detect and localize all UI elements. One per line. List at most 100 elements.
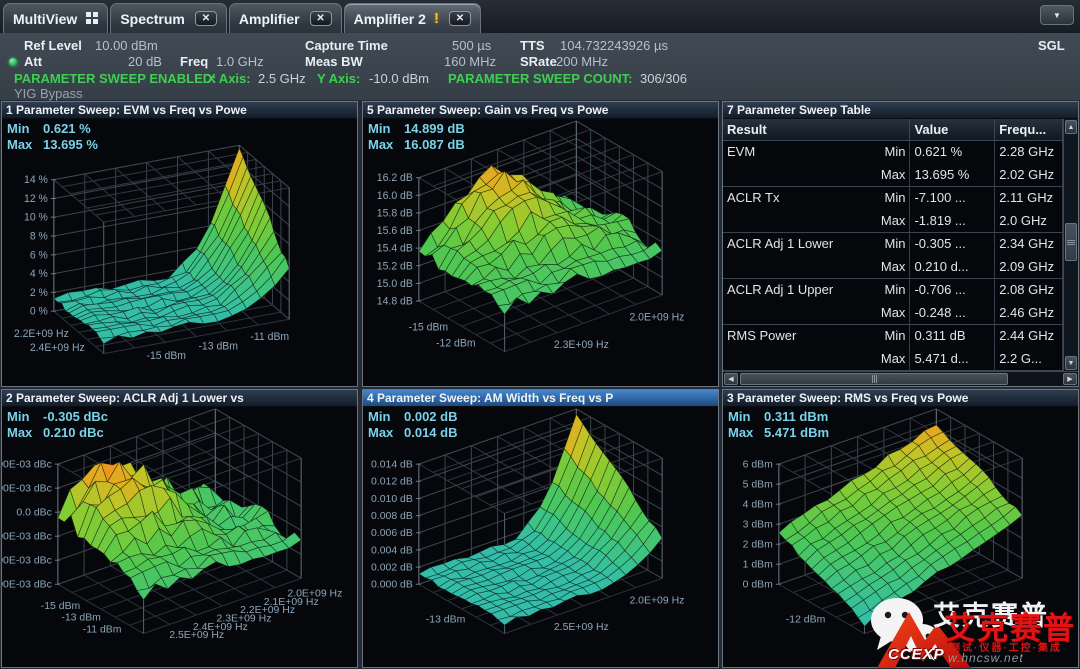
plot-area[interactable]: Min0.002 dBMax0.014 dB0.014 dB0.012 dB0.…	[363, 407, 718, 667]
panel-aclr[interactable]: 2 Parameter Sweep: ACLR Adj 1 Lower vsMi…	[1, 389, 358, 668]
scroll-right-button[interactable]: ▶	[1063, 373, 1077, 385]
result-cell: Max	[723, 256, 910, 278]
z-tick-label: 15.8 dB	[377, 207, 413, 219]
z-tick-label: 15.6 dB	[377, 225, 413, 237]
max-readout: Max13.695 %	[7, 137, 98, 153]
table-row[interactable]: Max0.210 d...2.09 GHz	[723, 256, 1063, 279]
z-tick-label: 14 %	[24, 174, 48, 186]
header-field-label: Att	[24, 54, 42, 69]
vertical-scrollbar[interactable]: ▲▼	[1063, 119, 1078, 371]
min-value: 0.311 dBm	[764, 409, 828, 424]
header-field-label: Freq	[180, 54, 208, 69]
panel-title-bar[interactable]: 4 Parameter Sweep: AM Width vs Freq vs P	[363, 390, 718, 407]
z-tick-label: 0 dBm	[743, 580, 773, 591]
z-tick-label: 0.014 dB	[371, 460, 413, 471]
z-tick-label: 3 dBm	[743, 520, 773, 531]
plot-area[interactable]: Min-0.305 dBcMax0.210 dBc200E-03 dBc100E…	[2, 407, 357, 667]
tab-overflow-button[interactable]: ▼	[1040, 5, 1074, 25]
tab-spectrum[interactable]: Spectrum ✕	[110, 3, 227, 33]
table-row[interactable]: Max13.695 %2.02 GHz	[723, 164, 1063, 187]
panel-title-bar[interactable]: 7 Parameter Sweep Table	[723, 102, 1078, 119]
min-readout: Min14.899 dB	[368, 121, 465, 137]
sweep-y-axis-value: -10.0 dBm	[369, 71, 429, 86]
minmax-cell: Min	[884, 282, 905, 299]
sweep-table-main: ResultValueFrequ...EVMMin0.621 %2.28 GHz…	[723, 119, 1078, 371]
max-value: 13.695 %	[43, 137, 98, 152]
header-field-value: 104.732243926 µs	[560, 38, 668, 53]
tab-amplifier-2[interactable]: Amplifier 2!✕	[344, 3, 481, 33]
min-value: -0.305 dBc	[43, 409, 108, 424]
table-row[interactable]: ACLR TxMin-7.100 ...2.11 GHz	[723, 187, 1063, 210]
value-cell: 5.471 d...	[910, 348, 995, 370]
close-icon[interactable]: ✕	[449, 11, 471, 26]
table-row[interactable]: Max5.471 d...2.2 G...	[723, 348, 1063, 371]
tab-label: Amplifier	[239, 11, 300, 27]
minmax-cell: Max	[881, 351, 906, 367]
horizontal-scrollbar[interactable]: ◀▶	[723, 371, 1078, 386]
scroll-up-button[interactable]: ▲	[1065, 120, 1077, 134]
horizontal-scroll-thumb[interactable]	[740, 373, 1008, 385]
minmax-readout: Min-0.305 dBcMax0.210 dBc	[7, 409, 108, 441]
thumb-grip-line	[872, 375, 873, 383]
right-axis-tick-label: 2.3E+09 Hz	[554, 339, 609, 351]
z-tick-label: 2 %	[30, 287, 48, 299]
table-row[interactable]: EVMMin0.621 %2.28 GHz	[723, 141, 1063, 164]
panel-title-bar[interactable]: 2 Parameter Sweep: ACLR Adj 1 Lower vs	[2, 390, 357, 407]
max-value: 16.087 dB	[404, 137, 465, 152]
minmax-cell: Max	[881, 167, 906, 183]
table-row[interactable]: Max-1.819 ...2.0 GHz	[723, 210, 1063, 233]
max-value: 0.014 dB	[404, 425, 457, 440]
thumb-grip-line	[874, 375, 875, 383]
table-row[interactable]: ACLR Adj 1 LowerMin-0.305 ...2.34 GHz	[723, 233, 1063, 256]
z-tick-label: 6 %	[30, 249, 48, 261]
header-field-value: 20 dB	[128, 54, 162, 69]
scroll-down-button[interactable]: ▼	[1065, 356, 1077, 370]
table-row[interactable]: ACLR Adj 1 UpperMin-0.706 ...2.08 GHz	[723, 279, 1063, 302]
minmax-cell: Min	[884, 236, 905, 253]
table-row[interactable]: Max-0.248 ...2.46 GHz	[723, 302, 1063, 325]
multiview-grid-icon	[86, 11, 98, 27]
tab-label: Amplifier 2	[354, 11, 426, 27]
tab-multiview[interactable]: MultiView	[3, 3, 108, 33]
minmax-cell: Min	[884, 190, 905, 207]
minmax-readout: Min0.002 dBMax0.014 dB	[368, 409, 457, 441]
max-readout: Max5.471 dBm	[728, 425, 829, 441]
z-tick-label: 0.002 dB	[371, 563, 413, 574]
value-cell: -7.100 ...	[910, 187, 995, 210]
z-tick-label: 5 dBm	[743, 480, 773, 491]
min-readout: Min0.002 dB	[368, 409, 457, 425]
scroll-left-button[interactable]: ◀	[724, 373, 738, 385]
tab-label: Spectrum	[120, 11, 185, 27]
panel-rms[interactable]: 3 Parameter Sweep: RMS vs Freq vs PoweMi…	[722, 389, 1079, 668]
minmax-cell: Max	[881, 259, 906, 275]
z-tick-label: 0.012 dB	[371, 477, 413, 488]
close-icon[interactable]: ✕	[310, 11, 332, 26]
panel-title-bar[interactable]: 5 Parameter Sweep: Gain vs Freq vs Powe	[363, 102, 718, 119]
panel-amwidth[interactable]: 4 Parameter Sweep: AM Width vs Freq vs P…	[362, 389, 719, 668]
z-tick-label: -100E-03 dBc	[2, 532, 52, 543]
plot-area[interactable]: Min0.621 %Max13.695 %14 %12 %10 %8 %6 %4…	[2, 119, 357, 386]
panel-evm[interactable]: 1 Parameter Sweep: EVM vs Freq vs PoweMi…	[1, 101, 358, 387]
tab-label: MultiView	[13, 11, 77, 27]
z-tick-label: -200E-03 dBc	[2, 556, 52, 567]
table-row[interactable]: RMS PowerMin0.311 dB2.44 GHz	[723, 325, 1063, 348]
z-tick-label: 12 %	[24, 193, 48, 205]
tab-amplifier[interactable]: Amplifier ✕	[229, 3, 342, 33]
plot-area[interactable]: Min14.899 dBMax16.087 dB16.2 dB16.0 dB15…	[363, 119, 718, 386]
frequency-cell: 2.28 GHz	[995, 141, 1063, 164]
plot-area[interactable]: Min0.311 dBmMax5.471 dBm6 dBm5 dBm4 dBm3…	[723, 407, 1078, 667]
analyzer-screen: MultiViewSpectrum✕Amplifier✕Amplifier 2!…	[0, 0, 1080, 669]
z-tick-label: 14.8 dB	[377, 296, 413, 308]
result-name: ACLR Tx	[727, 190, 780, 207]
panel-sweep-table[interactable]: 7 Parameter Sweep TableResultValueFrequ.…	[722, 101, 1079, 387]
close-icon[interactable]: ✕	[195, 11, 217, 26]
header-field-value: 160 MHz	[444, 54, 496, 69]
panel-title-bar[interactable]: 3 Parameter Sweep: RMS vs Freq vs Powe	[723, 390, 1078, 407]
max-label: Max	[7, 425, 43, 441]
z-tick-label: 6 dBm	[743, 460, 773, 471]
panel-title-bar[interactable]: 1 Parameter Sweep: EVM vs Freq vs Powe	[2, 102, 357, 119]
value-cell: -0.305 ...	[910, 233, 995, 256]
min-label: Min	[368, 409, 404, 425]
panel-gain[interactable]: 5 Parameter Sweep: Gain vs Freq vs PoweM…	[362, 101, 719, 387]
vertical-scroll-thumb[interactable]	[1065, 223, 1077, 261]
